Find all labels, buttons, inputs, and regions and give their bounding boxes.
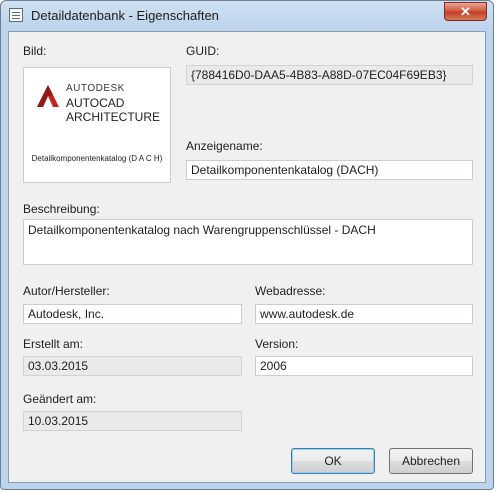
web-address-input[interactable]: www.autodesk.de (255, 304, 473, 324)
dialog-content: Bild: AUTODESK AUTOCAD ARCHITECTURE Deta… (8, 31, 486, 483)
description-label: Beschreibung: (23, 202, 100, 216)
author-label: Autor/Hersteller: (23, 284, 110, 298)
close-icon: ✕ (460, 3, 471, 19)
guid-label: GUID: (186, 44, 220, 58)
created-label: Erstellt am: (23, 337, 84, 351)
catalog-image: AUTODESK AUTOCAD ARCHITECTURE Detailkomp… (23, 67, 171, 183)
description-input[interactable]: Detailkomponentenkatalog nach Warengrupp… (23, 219, 473, 265)
title-bar[interactable]: Detaildatenbank - Eigenschaften ✕ (1, 1, 493, 31)
window-title: Detaildatenbank - Eigenschaften (31, 8, 219, 23)
logo-product-line2: ARCHITECTURE (66, 110, 161, 124)
display-name-input[interactable]: Detailkomponentenkatalog (DACH) (186, 160, 473, 180)
modified-label: Geändert am: (23, 392, 97, 406)
logo-caption: Detailkomponentenkatalog (D A C H) (31, 154, 163, 163)
logo-brand-text: AUTODESK (66, 83, 125, 94)
version-label: Version: (255, 337, 299, 351)
autocad-a-logo-icon (37, 85, 59, 107)
cancel-button[interactable]: Abbrechen (389, 448, 473, 474)
version-input[interactable]: 2006 (255, 356, 473, 376)
modified-field[interactable]: 10.03.2015 (23, 411, 242, 431)
image-label: Bild: (23, 44, 47, 58)
ok-button[interactable]: OK (291, 448, 375, 474)
close-button[interactable]: ✕ (444, 2, 487, 21)
author-input[interactable]: Autodesk, Inc. (23, 304, 242, 324)
web-address-label: Webadresse: (255, 284, 326, 298)
display-name-label: Anzeigename: (186, 139, 263, 153)
logo-product-line1: AUTOCAD (66, 96, 125, 110)
created-field[interactable]: 03.03.2015 (23, 356, 242, 376)
guid-field[interactable]: {788416D0-DAA5-4B83-A88D-07EC04F69EB3} (186, 65, 473, 85)
properties-dialog: Detaildatenbank - Eigenschaften ✕ Bild: … (0, 0, 494, 490)
dialog-icon (9, 8, 23, 22)
